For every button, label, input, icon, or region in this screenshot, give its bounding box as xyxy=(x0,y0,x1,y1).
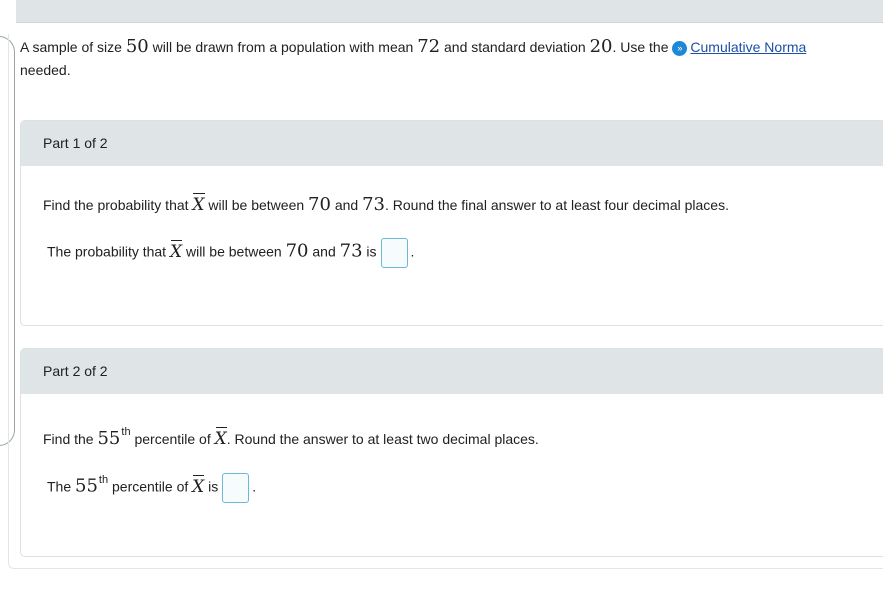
part-1-card: Part 1 of 2 Find the probability that X … xyxy=(20,120,883,326)
answer-text: percentile of xyxy=(108,478,193,495)
cumulative-normal-table-link[interactable]: Cumulative Norma xyxy=(690,39,806,55)
answer-text: and xyxy=(308,243,340,260)
percentile-number: 55 xyxy=(97,428,121,449)
part-2-card: Part 2 of 2 Find the 55th percentile of … xyxy=(20,348,883,557)
part-1-answer-line: The probability that X will be between 7… xyxy=(47,238,414,268)
intro-text: will be drawn from a population with mea… xyxy=(148,39,418,55)
sample-size-value: 50 xyxy=(125,36,149,57)
sd-value: 20 xyxy=(589,36,613,57)
answer-text: will be between xyxy=(182,243,286,260)
lower-bound-value: 70 xyxy=(308,194,331,215)
chevron-circle-icon[interactable]: » xyxy=(672,41,688,56)
ordinal-suffix: th xyxy=(98,473,109,486)
percentile-number: 55 xyxy=(75,475,98,497)
answer-text: The xyxy=(47,478,76,495)
question-text: will be between xyxy=(204,197,309,213)
intro-text: . Use the xyxy=(612,39,673,55)
problem-statement: A sample of size 50 will be drawn from a… xyxy=(20,35,883,82)
question-text: . Round the answer to at least two decim… xyxy=(226,431,539,447)
answer-period: . xyxy=(410,243,415,260)
answer-text: The probability that xyxy=(47,243,170,260)
intro-text: A sample of size xyxy=(20,39,126,55)
question-text: Find the xyxy=(43,431,98,447)
answer-period: . xyxy=(252,478,257,495)
probability-answer-input[interactable] xyxy=(380,238,408,268)
x-bar-symbol: X xyxy=(214,427,227,449)
lower-bound-value: 70 xyxy=(285,240,309,262)
top-toolbar-strip xyxy=(16,0,883,23)
part-2-header: Part 2 of 2 xyxy=(21,349,883,394)
question-text: Find the probability that xyxy=(43,197,193,213)
part-2-answer-line: The 55th percentile of X is. xyxy=(47,473,256,503)
ordinal-suffix: th xyxy=(121,426,131,438)
x-bar-symbol: X xyxy=(169,239,183,262)
question-text: . Round the final answer to at least fou… xyxy=(385,197,729,213)
x-bar-symbol: X xyxy=(192,474,205,497)
intro-text: needed. xyxy=(20,62,71,78)
x-bar-symbol: X xyxy=(192,193,205,215)
answer-text: is xyxy=(362,243,377,260)
part-1-header: Part 1 of 2 xyxy=(21,121,883,166)
part-2-question: Find the 55th percentile of X. Round the… xyxy=(43,426,539,449)
intro-text: and standard deviation xyxy=(440,39,590,55)
upper-bound-value: 73 xyxy=(362,194,385,215)
answer-text: is xyxy=(204,478,219,495)
upper-bound-value: 73 xyxy=(339,240,363,262)
question-text: and xyxy=(330,197,363,213)
percentile-answer-input[interactable] xyxy=(222,473,250,503)
part-1-question: Find the probability that X will be betw… xyxy=(43,193,729,215)
question-text: percentile of xyxy=(130,431,215,447)
mean-value: 72 xyxy=(417,36,441,57)
